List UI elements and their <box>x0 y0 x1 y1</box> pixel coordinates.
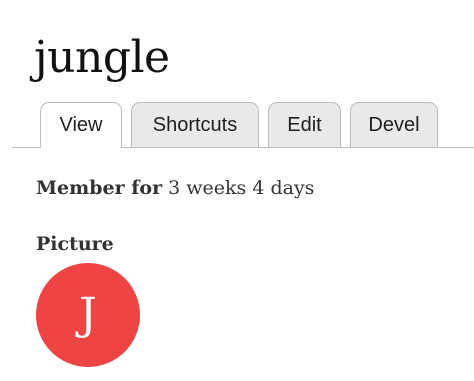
tab-view[interactable]: View <box>40 102 122 148</box>
member-for-value: 3 weeks 4 days <box>168 177 315 199</box>
avatar: J <box>36 263 140 367</box>
page-title: jungle <box>34 32 170 83</box>
tab-shortcuts[interactable]: Shortcuts <box>131 102 259 147</box>
tab-edit[interactable]: Edit <box>268 102 341 147</box>
tab-devel[interactable]: Devel <box>350 102 438 147</box>
avatar-initial: J <box>79 289 97 340</box>
picture-label: Picture <box>36 233 114 255</box>
primary-tabs: View Shortcuts Edit Devel <box>0 102 474 148</box>
member-for-row: Member for 3 weeks 4 days <box>36 174 314 202</box>
member-for-label: Member for <box>36 177 163 199</box>
